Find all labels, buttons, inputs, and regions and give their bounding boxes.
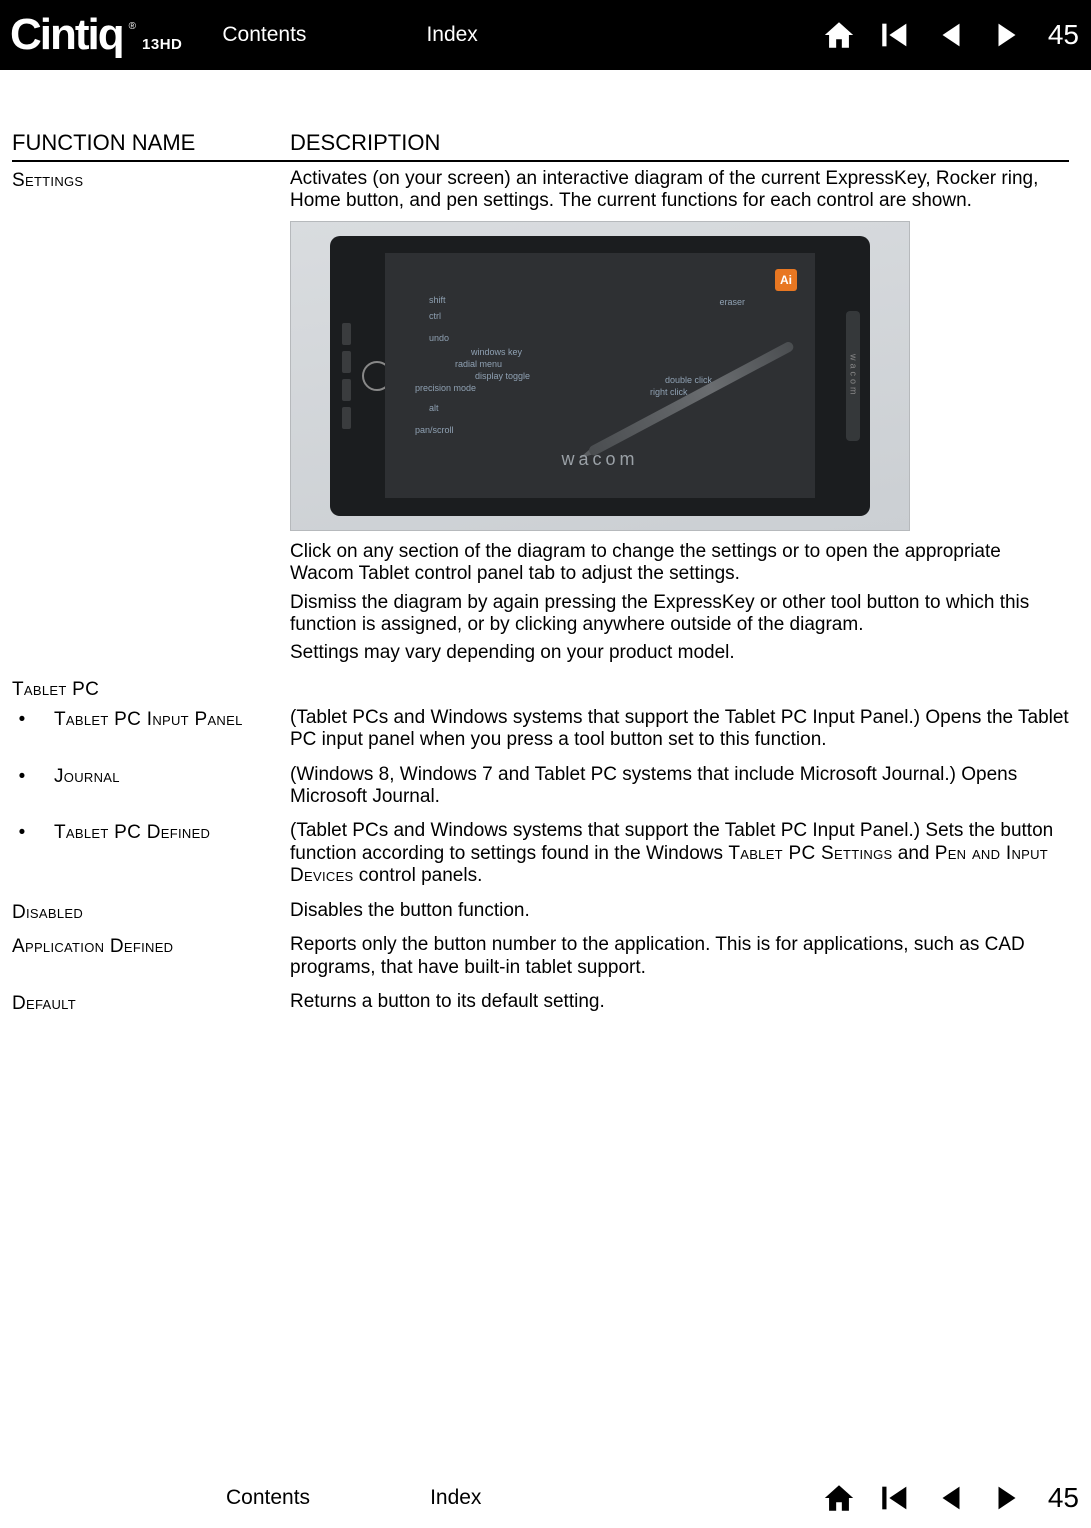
fn-app-defined: Application Defined xyxy=(12,934,290,958)
settings-p2: Click on any section of the diagram to c… xyxy=(290,541,1069,586)
label-windows-key: windows key xyxy=(471,347,522,358)
settings-p4: Settings may vary depending on your prod… xyxy=(290,642,1069,664)
settings-p3: Dismiss the diagram by again pressing th… xyxy=(290,592,1069,637)
footer-links: Contents Index xyxy=(226,1486,481,1510)
express-key xyxy=(342,379,351,401)
stylus xyxy=(589,335,811,454)
default-text: Returns a button to its default setting. xyxy=(290,991,1069,1013)
label-eraser: eraser xyxy=(719,297,745,308)
fn-settings: Settings xyxy=(12,168,290,192)
desc-journal: (Windows 8, Windows 7 and Tablet PC syst… xyxy=(290,764,1069,815)
desc-settings: Activates (on your screen) an interactiv… xyxy=(290,168,1069,671)
label-precision-mode: precision mode xyxy=(415,383,476,394)
app-defined-text: Reports only the button number to the ap… xyxy=(290,934,1069,979)
fn-default: Default xyxy=(12,991,290,1015)
contents-link[interactable]: Contents xyxy=(222,23,306,47)
desc-tabletpc-input: (Tablet PCs and Windows systems that sup… xyxy=(290,707,1069,758)
express-key xyxy=(342,351,351,373)
first-page-icon[interactable] xyxy=(874,1477,916,1519)
header-nav-icons: 45 xyxy=(818,14,1079,56)
index-link[interactable]: Index xyxy=(426,23,477,47)
home-icon[interactable] xyxy=(818,1477,860,1519)
express-key xyxy=(342,323,351,345)
bullet-icon: • xyxy=(12,766,32,788)
fn-tabletpc: Tablet PC xyxy=(12,677,99,701)
label-right-click: right click xyxy=(650,387,688,398)
row-default: Default Returns a button to its default … xyxy=(12,991,1069,1019)
label-undo: undo xyxy=(429,333,449,344)
row-tabletpc-header: Tablet PC xyxy=(12,677,1069,701)
bullet-icon: • xyxy=(12,822,32,844)
fn-tabletpc-defined-label: Tablet PC Defined xyxy=(54,822,210,844)
row-disabled: Disabled Disables the button function. xyxy=(12,900,1069,928)
ai-badge: Ai xyxy=(775,269,797,291)
footer-nav-icons: 45 xyxy=(818,1477,1079,1519)
desc-tabletpc-defined: (Tablet PCs and Windows systems that sup… xyxy=(290,820,1069,893)
fn-tabletpc-defined: • Tablet PC Defined xyxy=(12,820,290,844)
table-header: FUNCTION NAME DESCRIPTION xyxy=(12,130,1069,162)
home-icon[interactable] xyxy=(818,14,860,56)
logo: Cintiq ® 13HD xyxy=(0,10,182,60)
disabled-text: Disables the button function. xyxy=(290,900,1069,922)
label-ctrl: ctrl xyxy=(429,311,441,322)
header-bar: Cintiq ® 13HD Contents Index 45 xyxy=(0,0,1091,70)
index-link-bottom[interactable]: Index xyxy=(430,1486,481,1510)
pen-holder-text: wacom xyxy=(848,354,859,398)
bullet-icon: • xyxy=(12,709,32,731)
next-page-icon[interactable] xyxy=(986,14,1028,56)
pen-holder: wacom xyxy=(846,311,860,441)
contents-link-bottom[interactable]: Contents xyxy=(226,1486,310,1510)
fn-journal-label: Journal xyxy=(54,766,120,788)
settings-p1: Activates (on your screen) an interactiv… xyxy=(290,168,1069,213)
row-settings: Settings Activates (on your screen) an i… xyxy=(12,168,1069,671)
label-shift: shift xyxy=(429,295,446,306)
fn-journal: • Journal xyxy=(12,764,290,788)
row-tabletpc-defined: • Tablet PC Defined (Tablet PCs and Wind… xyxy=(12,820,1069,893)
express-keys xyxy=(342,323,351,429)
logo-reg: ® xyxy=(129,21,136,32)
first-page-icon[interactable] xyxy=(874,14,916,56)
label-radial-menu: radial menu xyxy=(455,359,502,370)
col-function-name: FUNCTION NAME xyxy=(12,130,290,156)
tablet-device: Ai shift ctrl undo windows key radial me… xyxy=(330,236,870,516)
fn-tabletpc-input-label: Tablet PC Input Panel xyxy=(54,709,243,731)
row-journal: • Journal (Windows 8, Windows 7 and Tabl… xyxy=(12,764,1069,815)
page-number-top: 45 xyxy=(1048,19,1079,51)
settings-diagram: Ai shift ctrl undo windows key radial me… xyxy=(290,221,910,531)
desc-app-defined: Reports only the button number to the ap… xyxy=(290,934,1069,985)
fn-disabled: Disabled xyxy=(12,900,290,924)
tabletpc-input-text: (Tablet PCs and Windows systems that sup… xyxy=(290,707,1069,752)
desc-default: Returns a button to its default setting. xyxy=(290,991,1069,1019)
express-key xyxy=(342,407,351,429)
header-links: Contents Index xyxy=(222,23,477,47)
row-app-defined: Application Defined Reports only the but… xyxy=(12,934,1069,985)
tabletpc-defined-text: (Tablet PCs and Windows systems that sup… xyxy=(290,820,1069,887)
wacom-logo: wacom xyxy=(561,449,638,470)
next-page-icon[interactable] xyxy=(986,1477,1028,1519)
previous-page-icon[interactable] xyxy=(930,1477,972,1519)
fn-tabletpc-input: • Tablet PC Input Panel xyxy=(12,707,290,731)
logo-main: Cintiq xyxy=(10,10,123,60)
col-description: DESCRIPTION xyxy=(290,130,1069,156)
logo-sub: 13HD xyxy=(142,36,182,53)
row-tabletpc-input: • Tablet PC Input Panel (Tablet PCs and … xyxy=(12,707,1069,758)
page-content: FUNCTION NAME DESCRIPTION Settings Activ… xyxy=(0,70,1091,1019)
previous-page-icon[interactable] xyxy=(930,14,972,56)
label-pan-scroll: pan/scroll xyxy=(415,425,454,436)
page-number-bottom: 45 xyxy=(1048,1482,1079,1514)
desc-disabled: Disables the button function. xyxy=(290,900,1069,928)
label-display-toggle: display toggle xyxy=(475,371,530,382)
label-alt: alt xyxy=(429,403,439,414)
journal-text: (Windows 8, Windows 7 and Tablet PC syst… xyxy=(290,764,1069,809)
footer-bar: Contents Index 45 xyxy=(0,1468,1091,1528)
tablet-screen: Ai shift ctrl undo windows key radial me… xyxy=(385,253,815,498)
